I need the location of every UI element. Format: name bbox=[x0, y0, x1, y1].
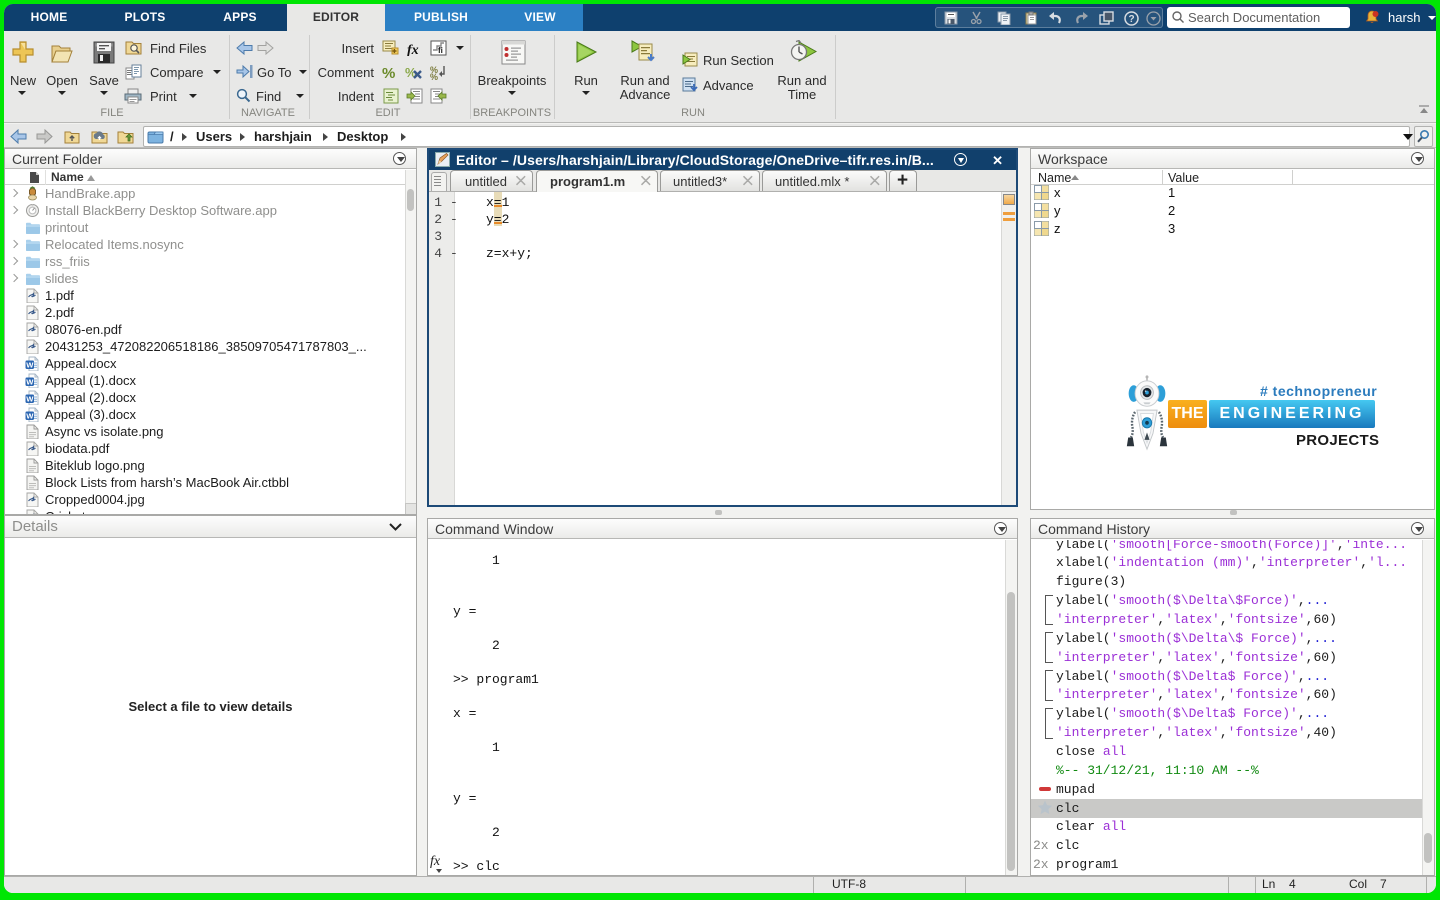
svg-text:fx: fx bbox=[407, 43, 419, 56]
svg-text:%: % bbox=[430, 72, 438, 80]
svg-text:%: % bbox=[382, 65, 395, 80]
svg-text:fi: fi bbox=[438, 46, 443, 55]
